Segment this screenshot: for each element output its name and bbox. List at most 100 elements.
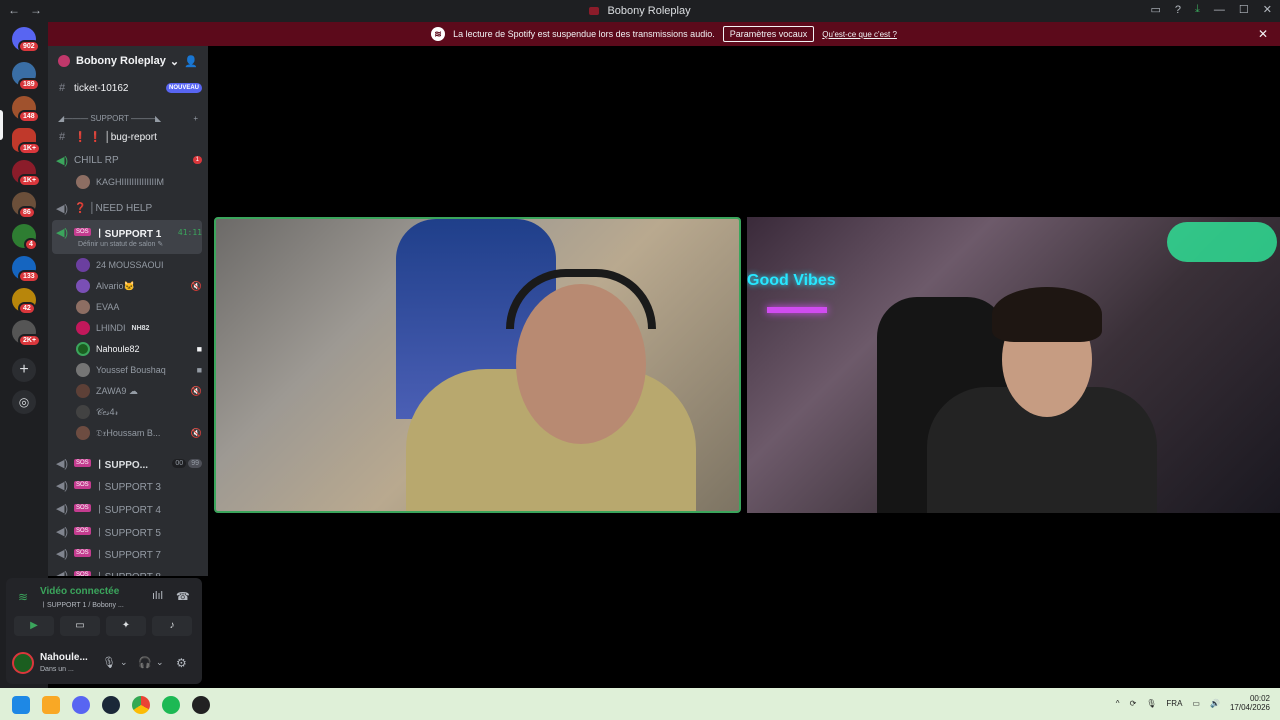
avatar: [76, 426, 90, 440]
settings-gear-icon[interactable]: ⚙: [176, 656, 187, 670]
voice-user[interactable]: 𝒞𝑒𝓈4𝓇: [76, 402, 202, 422]
disconnect-icon[interactable]: ☎: [176, 590, 190, 603]
explore-icon[interactable]: ◎: [12, 390, 36, 414]
title-bar: ← → Bobony Roleplay ▭ ? ⤓ — ☐ ✕: [0, 0, 1280, 22]
soundboard-button[interactable]: ♪: [152, 616, 192, 636]
chrome-icon[interactable]: [132, 696, 150, 714]
minimize-icon[interactable]: —: [1214, 4, 1225, 16]
camera-button[interactable]: ▶: [14, 616, 54, 636]
activities-button[interactable]: ✦: [106, 616, 146, 636]
channel-bug-report[interactable]: # ❗ ❗ │bug-report: [54, 127, 202, 147]
voice-user[interactable]: Nahoule82 ■: [76, 339, 202, 359]
connection-status[interactable]: Vidéo connectée: [40, 586, 119, 597]
neon-bar: [767, 307, 827, 313]
network-icon[interactable]: ▭: [1192, 699, 1200, 708]
voice-user[interactable]: 𝔇𝔵Houssam B... 🔇: [76, 423, 202, 443]
channel-support-2[interactable]: ◀) SOS 〡SUPPO... 00 99: [54, 453, 202, 473]
spotify-icon[interactable]: [162, 696, 180, 714]
server-badge: 1K+: [18, 142, 42, 155]
headphones-icon[interactable]: 🎧: [138, 656, 152, 669]
microphone-icon[interactable]: 🎙: [102, 656, 116, 669]
support-tag-icon: SOS: [74, 481, 91, 489]
clock-date: 17/04/2026: [1229, 703, 1270, 712]
volume-icon[interactable]: 🔊: [1210, 699, 1220, 708]
close-window-icon[interactable]: ✕: [1263, 3, 1272, 16]
speaker-icon: ◀): [55, 154, 69, 167]
speaker-icon: ◀): [55, 226, 69, 239]
screen-share-button[interactable]: ▭: [60, 616, 100, 636]
add-channel-icon[interactable]: +: [193, 114, 198, 123]
help-icon[interactable]: ?: [1175, 4, 1181, 16]
video-tile[interactable]: Good Vibes: [747, 217, 1280, 513]
chevron-down-icon[interactable]: ⌄: [156, 657, 164, 668]
channel-support-8[interactable]: ◀) SOS 〡SUPPORT 8: [54, 565, 202, 576]
category-support[interactable]: ◢——— SUPPORT ———◣ +: [54, 108, 202, 128]
speaker-icon: ◀): [55, 502, 69, 515]
spotify-notice: ≋ La lecture de Spotify est suspendue lo…: [48, 22, 1280, 46]
chevron-up-icon[interactable]: ^: [1116, 699, 1120, 708]
voice-user[interactable]: ZAWA9 ☁ 🔇: [76, 381, 202, 401]
voice-user[interactable]: LHINDI NH82: [76, 318, 202, 338]
inbox-icon[interactable]: ▭: [1151, 3, 1161, 16]
rgb-light: [1167, 222, 1277, 262]
channel-support-4[interactable]: ◀) SOS 〡SUPPORT 4: [54, 498, 202, 518]
video-tile-active[interactable]: [214, 217, 741, 513]
steam-icon[interactable]: [102, 696, 120, 714]
language-indicator[interactable]: FRA: [1166, 699, 1182, 708]
discord-icon[interactable]: [72, 696, 90, 714]
channel-support-3[interactable]: ◀) SOS 〡SUPPORT 3: [54, 475, 202, 495]
file-explorer-icon[interactable]: [42, 696, 60, 714]
channel-support-7[interactable]: ◀) SOS 〡SUPPORT 7: [54, 543, 202, 563]
clock[interactable]: 00:02 17/04/2026: [1230, 694, 1270, 712]
noise-suppression-icon[interactable]: ılıl: [152, 590, 163, 602]
channel-ticket[interactable]: # ticket-10162 NOUVEAU: [54, 78, 202, 98]
avatar: [76, 300, 90, 314]
clock-time: 00:02: [1249, 694, 1270, 703]
voice-user[interactable]: KAGHIIIIIIIIIIIIIIM: [76, 172, 202, 192]
speaker-icon: ◀): [55, 547, 69, 560]
voice-user[interactable]: EVAA: [76, 297, 202, 317]
add-member-icon[interactable]: 👤: [184, 55, 198, 68]
window-title: Bobony Roleplay: [607, 5, 691, 17]
server-badge: 4: [24, 238, 38, 251]
channel-support-1[interactable]: ◀) SOS 〡SUPPORT 1 41:11: [54, 222, 202, 242]
user-name: ZAWA9 ☁: [96, 385, 138, 396]
windows-start-icon[interactable]: [12, 696, 30, 714]
channel-chill-rp[interactable]: ◀) CHILL RP 1: [54, 150, 202, 170]
user-name: Alvario🐱: [96, 280, 135, 291]
user-name: LHINDI: [96, 323, 126, 333]
avatar: [76, 384, 90, 398]
server-badge: 86: [18, 206, 36, 219]
avatar: [76, 175, 90, 189]
user-tag: NH82: [131, 324, 150, 332]
channel-support-5[interactable]: ◀) SOS 〡SUPPORT 5: [54, 521, 202, 541]
avatar[interactable]: [12, 652, 34, 674]
close-icon[interactable]: ✕: [1258, 27, 1268, 41]
microphone-icon[interactable]: 🎙: [1146, 699, 1156, 708]
server-badge: 189: [18, 78, 40, 91]
server-badge: 2K+: [18, 334, 42, 347]
avatar: [76, 258, 90, 272]
add-server-icon[interactable]: +: [12, 358, 36, 382]
avatar: [76, 405, 90, 419]
user-name: 𝒞𝑒𝓈4𝓇: [96, 406, 119, 417]
notice-info-link[interactable]: Qu'est-ce que c'est ?: [822, 30, 897, 39]
voice-user[interactable]: Youssef Boushaq ■: [76, 360, 202, 380]
connection-channel[interactable]: 〡SUPPORT 1 / Bobony ...: [40, 600, 124, 610]
maximize-icon[interactable]: ☐: [1239, 3, 1249, 16]
voice-user[interactable]: Alvario🐱 🔇: [76, 276, 202, 296]
user-name: EVAA: [96, 302, 120, 312]
guild-header[interactable]: Bobony Roleplay ⌄ 👤: [48, 46, 208, 76]
channel-need-help[interactable]: ◀) ❓ │NEED HELP: [54, 198, 202, 218]
voice-settings-button[interactable]: Paramètres vocaux: [722, 26, 815, 42]
avatar: [76, 321, 90, 335]
download-icon[interactable]: ⤓: [1195, 3, 1200, 16]
user-name[interactable]: Nahoule...: [40, 652, 88, 663]
sync-icon[interactable]: ⟳: [1130, 699, 1137, 708]
app-icon[interactable]: [192, 696, 210, 714]
channel-label: ❗ ❗ │bug-report: [74, 131, 157, 143]
server-badge: 42: [18, 302, 36, 315]
channel-status[interactable]: Définir un statut de salon ✎: [78, 240, 163, 248]
voice-user[interactable]: 24 MOUSSAOUI: [76, 255, 202, 275]
chevron-down-icon[interactable]: ⌄: [120, 657, 128, 668]
